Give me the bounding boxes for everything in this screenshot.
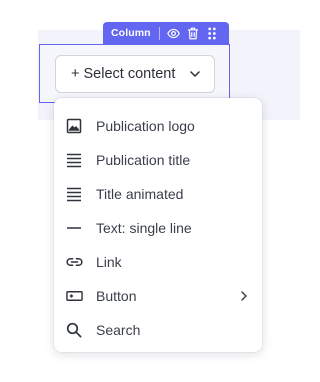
column-toolbar: Column bbox=[103, 22, 229, 44]
editor-stage: Column + Select content Publication logo… bbox=[0, 0, 300, 382]
eye-icon[interactable] bbox=[167, 26, 181, 40]
menu-item-label: Link bbox=[96, 254, 122, 270]
menu-item-button[interactable]: Button bbox=[54, 279, 262, 313]
column-label: Column bbox=[111, 27, 151, 39]
menu-item-publication-logo[interactable]: Publication logo bbox=[54, 109, 262, 143]
text-lines-icon bbox=[65, 185, 83, 203]
menu-item-label: Search bbox=[96, 322, 141, 338]
toolbar-divider bbox=[158, 26, 160, 40]
chevron-right-icon bbox=[238, 290, 250, 302]
menu-item-label: Button bbox=[96, 288, 137, 304]
menu-item-label: Text: single line bbox=[96, 220, 192, 236]
select-content-label: + Select content bbox=[71, 66, 176, 82]
menu-item-label: Publication logo bbox=[96, 118, 195, 134]
menu-item-title-animated[interactable]: Title animated bbox=[54, 177, 262, 211]
menu-item-label: Title animated bbox=[96, 186, 184, 202]
image-icon bbox=[65, 117, 83, 135]
content-type-menu: Publication logo Publication title Title… bbox=[54, 98, 262, 352]
menu-item-label: Publication title bbox=[96, 152, 191, 168]
menu-item-publication-title[interactable]: Publication title bbox=[54, 143, 262, 177]
search-icon bbox=[65, 321, 83, 339]
select-content-button[interactable]: + Select content bbox=[55, 55, 215, 93]
trash-icon[interactable] bbox=[186, 26, 200, 40]
link-icon bbox=[65, 253, 83, 271]
chevron-down-icon bbox=[188, 67, 202, 81]
menu-item-link[interactable]: Link bbox=[54, 245, 262, 279]
text-lines-icon bbox=[65, 151, 83, 169]
button-icon bbox=[65, 287, 83, 305]
horizontal-line-icon bbox=[65, 219, 83, 237]
menu-item-search[interactable]: Search bbox=[54, 313, 262, 347]
drag-handle-icon[interactable] bbox=[205, 26, 219, 40]
menu-item-text-single-line[interactable]: Text: single line bbox=[54, 211, 262, 245]
